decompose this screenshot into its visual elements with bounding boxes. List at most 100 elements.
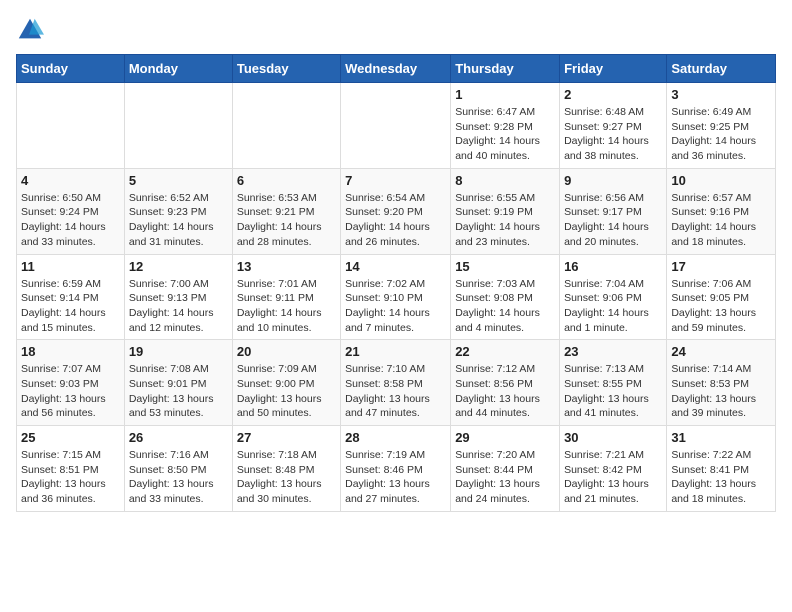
calendar-cell: 7 Sunrise: 6:54 AM Sunset: 9:20 PM Daylig… [341, 168, 451, 254]
day-info: Sunrise: 7:00 AM Sunset: 9:13 PM Dayligh… [129, 277, 228, 336]
header-row: SundayMondayTuesdayWednesdayThursdayFrid… [17, 55, 776, 83]
calendar-cell [341, 83, 451, 169]
day-number: 9 [564, 173, 662, 188]
day-info: Sunrise: 7:14 AM Sunset: 8:53 PM Dayligh… [671, 362, 771, 421]
day-number: 11 [21, 259, 120, 274]
day-number: 4 [21, 173, 120, 188]
calendar-cell: 18 Sunrise: 7:07 AM Sunset: 9:03 PM Dayli… [17, 340, 125, 426]
day-number: 30 [564, 430, 662, 445]
day-number: 2 [564, 87, 662, 102]
day-info: Sunrise: 7:08 AM Sunset: 9:01 PM Dayligh… [129, 362, 228, 421]
calendar-cell: 8Sunrise: 6:55 AM Sunset: 9:19 PM Daylig… [451, 168, 560, 254]
day-number: 1 [455, 87, 555, 102]
day-number: 14 [345, 259, 446, 274]
calendar-cell: 4 Sunrise: 6:50 AM Sunset: 9:24 PM Daylig… [17, 168, 125, 254]
day-number: 29 [455, 430, 555, 445]
day-info: Sunrise: 7:07 AM Sunset: 9:03 PM Dayligh… [21, 362, 120, 421]
calendar-cell [232, 83, 340, 169]
calendar-cell: 25 Sunrise: 7:15 AM Sunset: 8:51 PM Dayli… [17, 426, 125, 512]
day-info: Sunrise: 7:09 AM Sunset: 9:00 PM Dayligh… [237, 362, 336, 421]
day-number: 12 [129, 259, 228, 274]
day-number: 13 [237, 259, 336, 274]
day-info: Sunrise: 7:10 AM Sunset: 8:58 PM Dayligh… [345, 362, 446, 421]
day-number: 23 [564, 344, 662, 359]
week-row-2: 4 Sunrise: 6:50 AM Sunset: 9:24 PM Daylig… [17, 168, 776, 254]
calendar-cell [124, 83, 232, 169]
calendar-cell: 11 Sunrise: 6:59 AM Sunset: 9:14 PM Dayli… [17, 254, 125, 340]
day-info: Sunrise: 7:19 AM Sunset: 8:46 PM Dayligh… [345, 448, 446, 507]
calendar-cell: 15Sunrise: 7:03 AM Sunset: 9:08 PM Dayli… [451, 254, 560, 340]
calendar-cell: 19Sunrise: 7:08 AM Sunset: 9:01 PM Dayli… [124, 340, 232, 426]
calendar-cell: 1 Sunrise: 6:47 AM Sunset: 9:28 PM Daylig… [451, 83, 560, 169]
logo-icon [16, 16, 44, 44]
day-number: 16 [564, 259, 662, 274]
day-info: Sunrise: 6:57 AM Sunset: 9:16 PM Dayligh… [671, 191, 771, 250]
day-info: Sunrise: 6:56 AM Sunset: 9:17 PM Dayligh… [564, 191, 662, 250]
day-info: Sunrise: 7:12 AM Sunset: 8:56 PM Dayligh… [455, 362, 555, 421]
calendar-cell: 12 Sunrise: 7:00 AM Sunset: 9:13 PM Dayli… [124, 254, 232, 340]
calendar-cell: 16 Sunrise: 7:04 AM Sunset: 9:06 PM Dayli… [560, 254, 667, 340]
day-info: Sunrise: 6:48 AM Sunset: 9:27 PM Dayligh… [564, 105, 662, 164]
day-number: 3 [671, 87, 771, 102]
day-number: 27 [237, 430, 336, 445]
day-number: 7 [345, 173, 446, 188]
day-number: 24 [671, 344, 771, 359]
day-info: Sunrise: 7:21 AM Sunset: 8:42 PM Dayligh… [564, 448, 662, 507]
calendar-cell: 24 Sunrise: 7:14 AM Sunset: 8:53 PM Dayli… [667, 340, 776, 426]
header-day-sunday: Sunday [17, 55, 125, 83]
calendar-cell: 6 Sunrise: 6:53 AM Sunset: 9:21 PM Daylig… [232, 168, 340, 254]
calendar-cell: 30 Sunrise: 7:21 AM Sunset: 8:42 PM Dayli… [560, 426, 667, 512]
day-info: Sunrise: 7:15 AM Sunset: 8:51 PM Dayligh… [21, 448, 120, 507]
day-info: Sunrise: 6:50 AM Sunset: 9:24 PM Dayligh… [21, 191, 120, 250]
calendar-cell: 29 Sunrise: 7:20 AM Sunset: 8:44 PM Dayli… [451, 426, 560, 512]
calendar-cell: 21 Sunrise: 7:10 AM Sunset: 8:58 PM Dayli… [341, 340, 451, 426]
calendar-header: SundayMondayTuesdayWednesdayThursdayFrid… [17, 55, 776, 83]
day-info: Sunrise: 6:54 AM Sunset: 9:20 PM Dayligh… [345, 191, 446, 250]
calendar-cell: 20Sunrise: 7:09 AM Sunset: 9:00 PM Dayli… [232, 340, 340, 426]
header-day-thursday: Thursday [451, 55, 560, 83]
day-info: Sunrise: 6:49 AM Sunset: 9:25 PM Dayligh… [671, 105, 771, 164]
day-number: 5 [129, 173, 228, 188]
day-info: Sunrise: 7:01 AM Sunset: 9:11 PM Dayligh… [237, 277, 336, 336]
day-info: Sunrise: 7:13 AM Sunset: 8:55 PM Dayligh… [564, 362, 662, 421]
calendar-cell: 13 Sunrise: 7:01 AM Sunset: 9:11 PM Dayli… [232, 254, 340, 340]
day-number: 15 [455, 259, 555, 274]
day-number: 10 [671, 173, 771, 188]
day-number: 17 [671, 259, 771, 274]
day-info: Sunrise: 6:47 AM Sunset: 9:28 PM Dayligh… [455, 105, 555, 164]
day-number: 25 [21, 430, 120, 445]
calendar-cell: 3 Sunrise: 6:49 AM Sunset: 9:25 PM Daylig… [667, 83, 776, 169]
calendar-cell: 9 Sunrise: 6:56 AM Sunset: 9:17 PM Daylig… [560, 168, 667, 254]
day-info: Sunrise: 6:53 AM Sunset: 9:21 PM Dayligh… [237, 191, 336, 250]
calendar-cell: 5 Sunrise: 6:52 AM Sunset: 9:23 PM Daylig… [124, 168, 232, 254]
day-number: 22 [455, 344, 555, 359]
day-info: Sunrise: 6:52 AM Sunset: 9:23 PM Dayligh… [129, 191, 228, 250]
day-info: Sunrise: 7:06 AM Sunset: 9:05 PM Dayligh… [671, 277, 771, 336]
day-info: Sunrise: 7:20 AM Sunset: 8:44 PM Dayligh… [455, 448, 555, 507]
calendar-body: 1 Sunrise: 6:47 AM Sunset: 9:28 PM Daylig… [17, 83, 776, 512]
calendar-table: SundayMondayTuesdayWednesdayThursdayFrid… [16, 54, 776, 512]
header-day-saturday: Saturday [667, 55, 776, 83]
header-day-friday: Friday [560, 55, 667, 83]
calendar-cell: 14Sunrise: 7:02 AM Sunset: 9:10 PM Dayli… [341, 254, 451, 340]
day-info: Sunrise: 6:59 AM Sunset: 9:14 PM Dayligh… [21, 277, 120, 336]
calendar-cell: 26Sunrise: 7:16 AM Sunset: 8:50 PM Dayli… [124, 426, 232, 512]
calendar-cell [17, 83, 125, 169]
day-info: Sunrise: 7:16 AM Sunset: 8:50 PM Dayligh… [129, 448, 228, 507]
day-number: 31 [671, 430, 771, 445]
calendar-cell: 27Sunrise: 7:18 AM Sunset: 8:48 PM Dayli… [232, 426, 340, 512]
calendar-cell: 17 Sunrise: 7:06 AM Sunset: 9:05 PM Dayli… [667, 254, 776, 340]
calendar-cell: 22 Sunrise: 7:12 AM Sunset: 8:56 PM Dayli… [451, 340, 560, 426]
day-number: 18 [21, 344, 120, 359]
calendar-cell: 10 Sunrise: 6:57 AM Sunset: 9:16 PM Dayli… [667, 168, 776, 254]
day-number: 6 [237, 173, 336, 188]
day-info: Sunrise: 6:55 AM Sunset: 9:19 PM Dayligh… [455, 191, 555, 250]
day-info: Sunrise: 7:04 AM Sunset: 9:06 PM Dayligh… [564, 277, 662, 336]
calendar-cell: 23 Sunrise: 7:13 AM Sunset: 8:55 PM Dayli… [560, 340, 667, 426]
week-row-3: 11 Sunrise: 6:59 AM Sunset: 9:14 PM Dayli… [17, 254, 776, 340]
calendar-cell: 31Sunrise: 7:22 AM Sunset: 8:41 PM Dayli… [667, 426, 776, 512]
week-row-4: 18 Sunrise: 7:07 AM Sunset: 9:03 PM Dayli… [17, 340, 776, 426]
header-day-tuesday: Tuesday [232, 55, 340, 83]
day-number: 21 [345, 344, 446, 359]
header-day-monday: Monday [124, 55, 232, 83]
